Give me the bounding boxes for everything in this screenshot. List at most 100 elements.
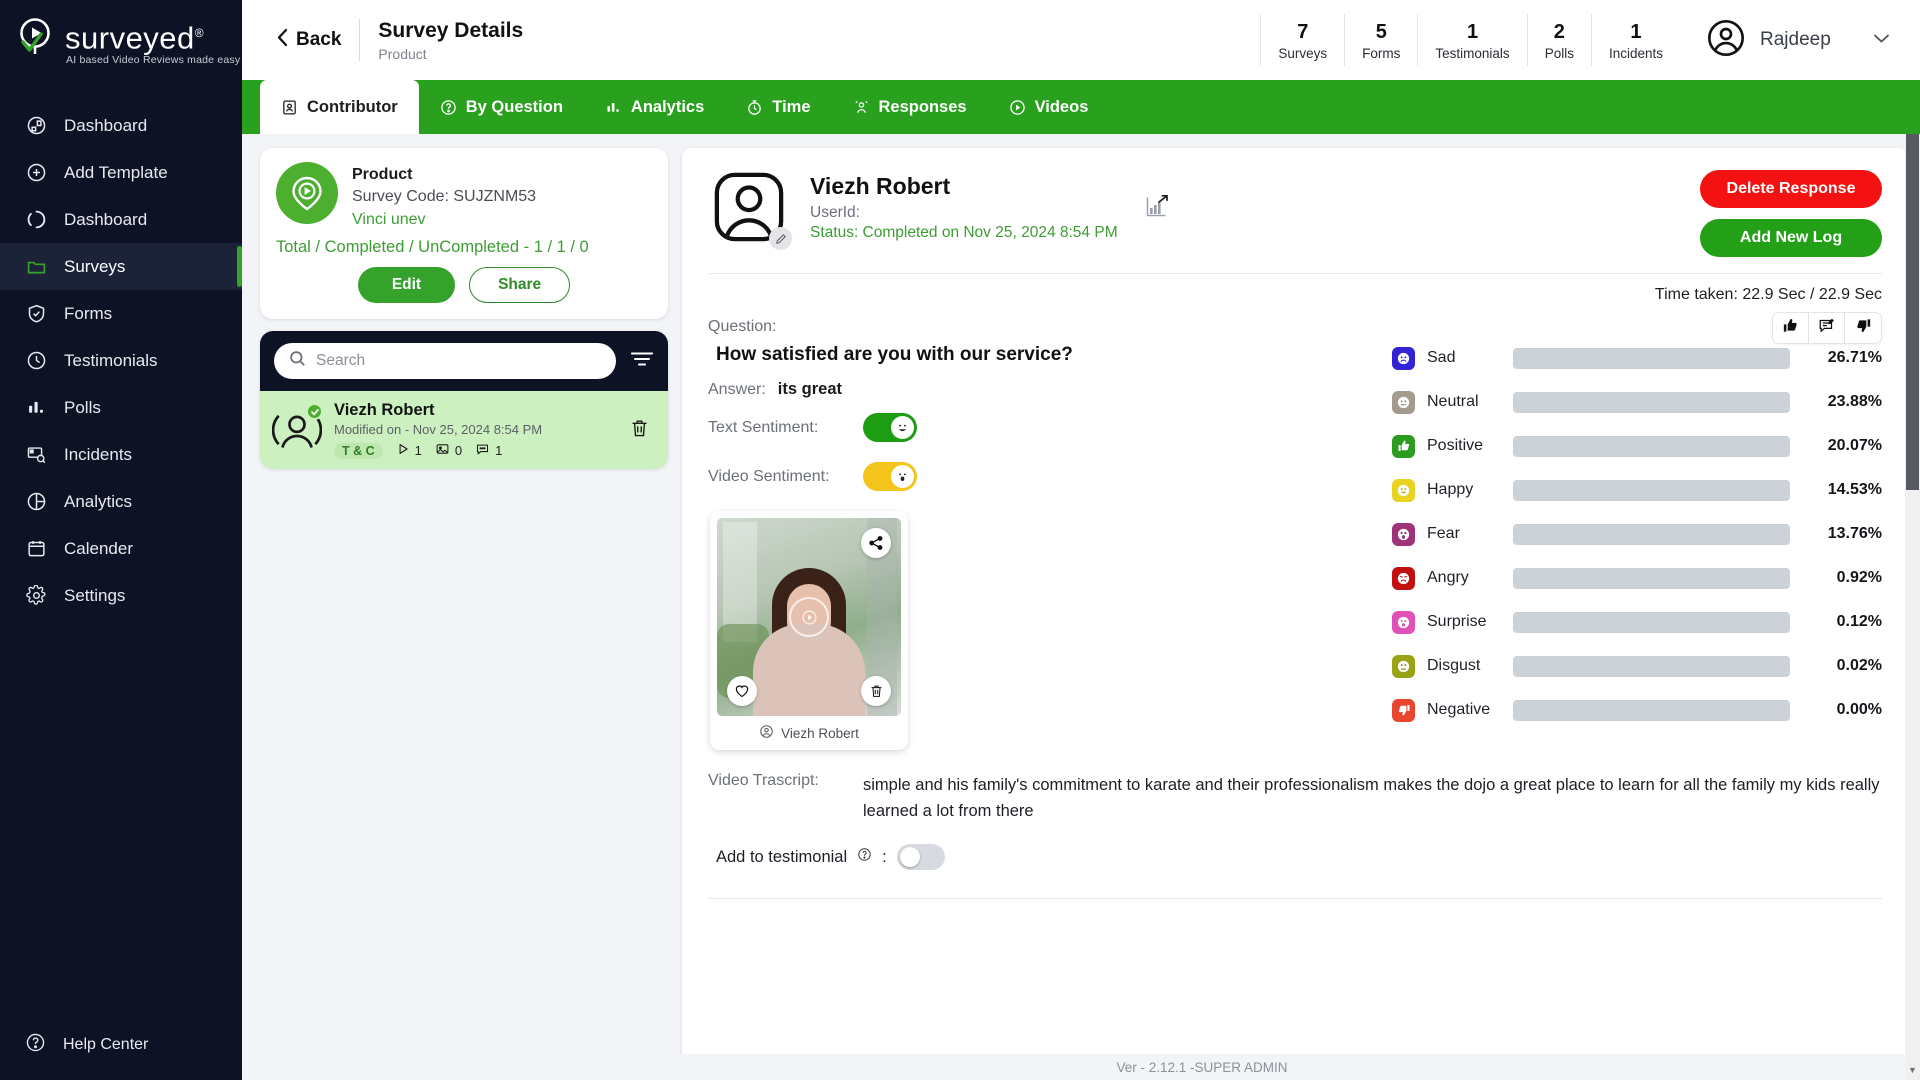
chart-label: Angry <box>1427 569 1469 586</box>
filter-icon[interactable] <box>630 349 654 374</box>
chart-track <box>1513 391 1790 413</box>
brand: surveyed® AI based Video Reviews made ea… <box>0 0 242 76</box>
stopwatch-icon <box>746 99 763 116</box>
tab-videos[interactable]: Videos <box>988 80 1110 134</box>
sidebar-item-help-center[interactable]: Help Center <box>0 1032 242 1058</box>
answer-label: Answer: <box>708 381 766 398</box>
divider <box>708 898 1882 899</box>
time-taken-row: Time taken: 22.9 Sec / 22.9 Sec <box>708 274 1882 304</box>
sidebar-label: Calender <box>64 538 133 558</box>
play-video-button[interactable] <box>789 597 829 637</box>
chevron-down-icon[interactable] <box>1873 31 1890 49</box>
clock-icon <box>25 350 47 372</box>
help-center-label: Help Center <box>63 1036 149 1053</box>
sentiment-chart: Sad 26.71% Neutral 23.88% Positive 20.07… <box>1358 318 1882 750</box>
search-bar <box>260 331 668 391</box>
topbar: Back Survey Details Product 7 Surveys 5 … <box>242 0 1920 80</box>
page-scrollbar[interactable]: ▲ ▼ <box>1905 0 1920 1080</box>
surveyed-logo-icon <box>16 16 58 58</box>
delete-respondent-button[interactable] <box>625 413 654 448</box>
transcript-label: Video Trascript: <box>708 772 819 789</box>
sidebar-item-polls[interactable]: Polls <box>0 384 242 431</box>
scroll-down-arrow[interactable]: ▼ <box>1906 1062 1919 1078</box>
sidebar-item-calender[interactable]: Calender <box>0 525 242 572</box>
add-to-testimonial-toggle[interactable] <box>896 844 945 870</box>
negative-thumbs-down-icon <box>1392 698 1415 722</box>
search-input[interactable] <box>316 352 602 370</box>
delete-response-button[interactable]: Delete Response <box>1700 170 1882 208</box>
loading-circle-icon <box>25 209 47 231</box>
tab-bar: Contributor By Question Analytics Time R… <box>242 80 1920 134</box>
sidebar-item-add-template[interactable]: Add Template <box>0 149 242 196</box>
chart-row-sad: Sad 26.71% <box>1392 336 1882 380</box>
text-sentiment-label: Text Sentiment: <box>708 418 819 436</box>
stat-surveys[interactable]: 7 Surveys <box>1260 14 1344 66</box>
chart-value: 23.88% <box>1827 393 1882 410</box>
help-info-icon[interactable] <box>857 847 872 867</box>
user-menu[interactable]: Rajdeep <box>1680 18 1920 63</box>
toggle-knob <box>899 847 920 867</box>
question-answer-block: Question: How satisfied are you with our… <box>708 318 1882 750</box>
back-label: Back <box>296 29 342 50</box>
app-root: surveyed® AI based Video Reviews made ea… <box>0 0 1920 1080</box>
chart-value: 14.53% <box>1827 481 1882 498</box>
person-icon <box>759 724 774 742</box>
video-caption-row: Viezh Robert <box>717 716 901 746</box>
share-video-button[interactable] <box>861 528 891 558</box>
add-to-testimonial-row: Add to testimonial : <box>708 844 1882 870</box>
sidebar-item-analytics[interactable]: Analytics <box>0 478 242 525</box>
video-thumbnail[interactable] <box>717 518 901 716</box>
delete-video-button[interactable] <box>861 676 891 706</box>
chart-value: 20.07% <box>1827 437 1882 454</box>
stat-testimonials[interactable]: 1 Testimonials <box>1417 14 1526 66</box>
search-box[interactable] <box>274 343 616 379</box>
sidebar-item-surveys[interactable]: Surveys <box>0 243 242 290</box>
tab-responses[interactable]: Responses <box>832 80 988 134</box>
stat-incidents[interactable]: 1 Incidents <box>1590 14 1680 66</box>
text-sentiment-toggle[interactable] <box>863 413 917 442</box>
chart-label: Neutral <box>1427 393 1479 410</box>
edit-avatar-button[interactable] <box>769 227 792 250</box>
sidebar-label: Dashboard <box>64 115 148 135</box>
chart-row-negative: Negative 0.00% <box>1392 688 1882 732</box>
sidebar-item-settings[interactable]: Settings <box>0 572 242 619</box>
sidebar-item-testimonials[interactable]: Testimonials <box>0 337 242 384</box>
chart-value: 26.71% <box>1827 349 1882 366</box>
sidebar-item-dashboard[interactable]: Dashboard <box>0 102 242 149</box>
tab-contributor[interactable]: Contributor <box>260 80 419 134</box>
video-sentiment-toggle[interactable] <box>863 462 917 491</box>
back-button[interactable]: Back <box>266 28 359 53</box>
gear-icon <box>25 585 47 607</box>
dashboard-icon <box>25 115 47 137</box>
chart-track <box>1513 611 1790 633</box>
add-new-log-button[interactable]: Add New Log <box>1700 219 1882 257</box>
sidebar-item-dashboard-2[interactable]: Dashboard <box>0 196 242 243</box>
respondent-list-card: Viezh Robert Modified on - Nov 25, 2024 … <box>260 331 668 469</box>
tab-analytics[interactable]: Analytics <box>584 80 725 134</box>
stat-value: 2 <box>1553 20 1565 43</box>
stat-polls[interactable]: 2 Polls <box>1526 14 1591 66</box>
expand-chart-icon[interactable] <box>1144 194 1170 225</box>
sidebar-item-forms[interactable]: Forms <box>0 290 242 337</box>
stat-forms[interactable]: 5 Forms <box>1344 14 1417 66</box>
video-sentiment-label: Video Sentiment: <box>708 467 830 485</box>
page-subtitle: Product <box>378 46 427 62</box>
edit-survey-button[interactable]: Edit <box>357 267 456 303</box>
tab-by-question[interactable]: By Question <box>419 80 584 134</box>
chart-value: 0.92% <box>1836 569 1882 586</box>
sidebar-nav: Dashboard Add Template Dashboard Surveys <box>0 102 242 619</box>
share-survey-button[interactable]: Share <box>469 267 571 303</box>
tab-label: Responses <box>878 97 967 116</box>
chevron-left-icon <box>276 28 289 53</box>
tab-label: Time <box>772 97 811 116</box>
chart-value: 0.12% <box>1836 613 1882 630</box>
chart-row-angry: Angry 0.92% <box>1392 556 1882 600</box>
sidebar-item-incidents[interactable]: Incidents <box>0 431 242 478</box>
favorite-video-button[interactable] <box>727 676 757 706</box>
question-label: Question: <box>708 318 777 335</box>
pie-chart-icon <box>25 491 47 513</box>
transcript-text: simple and his family's commitment to ka… <box>863 776 1880 820</box>
list-item[interactable]: Viezh Robert Modified on - Nov 25, 2024 … <box>260 391 668 469</box>
tab-time[interactable]: Time <box>725 80 831 134</box>
chart-row-happy: Happy 14.53% <box>1392 468 1882 512</box>
